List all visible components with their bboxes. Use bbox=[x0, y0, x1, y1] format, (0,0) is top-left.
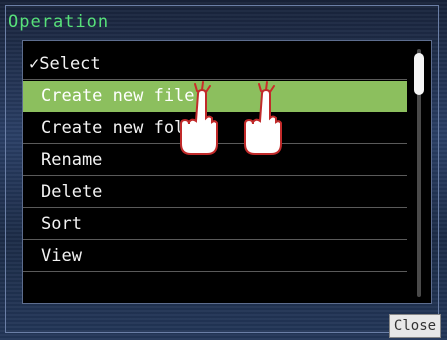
menu-item-sort[interactable]: Sort bbox=[23, 209, 407, 240]
tap-hand-icon bbox=[244, 81, 282, 155]
operation-menu: ✓Select Create new file Create new folde… bbox=[22, 40, 432, 304]
tap-hand-icon bbox=[180, 81, 218, 155]
window-title: Operation bbox=[8, 12, 110, 32]
scrollbar-thumb[interactable] bbox=[414, 53, 424, 95]
menu-item-view[interactable]: View bbox=[23, 241, 407, 272]
menu-item-delete[interactable]: Delete bbox=[23, 177, 407, 208]
close-button[interactable]: Close bbox=[389, 314, 441, 338]
menu-item-select[interactable]: ✓Select bbox=[23, 49, 407, 80]
